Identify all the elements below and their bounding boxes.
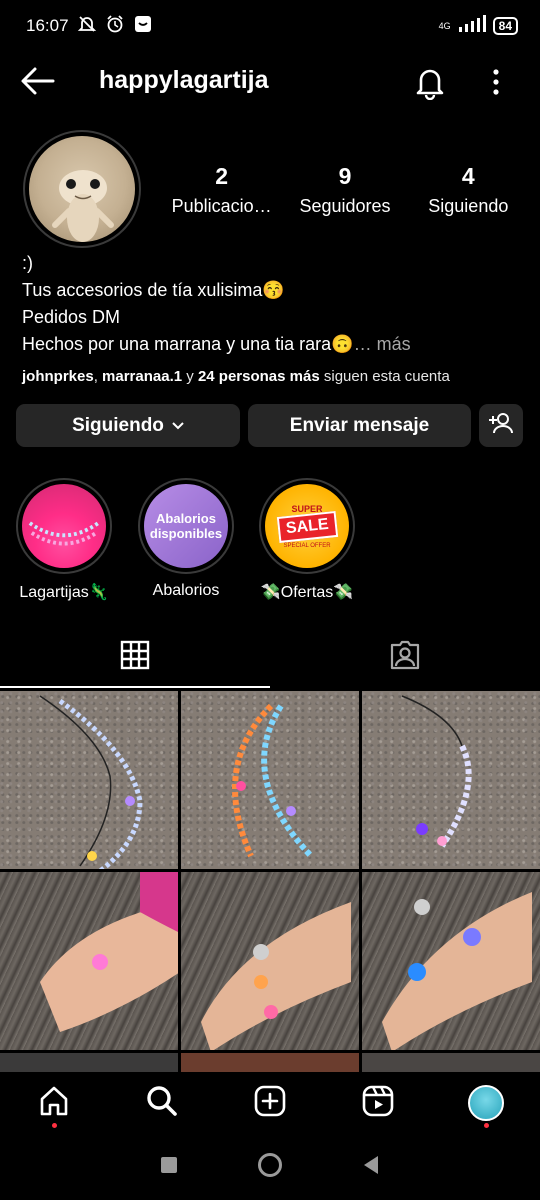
posts-grid [0, 691, 540, 1050]
post-thumbnail[interactable] [362, 872, 540, 1050]
following-button-label: Siguiendo [72, 414, 164, 436]
profile-username: happylagartija [99, 66, 269, 94]
post-thumbnail[interactable] [0, 872, 178, 1050]
add-person-icon [488, 411, 514, 441]
bio-line-text: Hechos por una marrana y una tia rara🙃 [22, 334, 354, 354]
stat-posts[interactable]: 2 Publicacio… [160, 163, 283, 217]
bio-line: Hechos por una marrana y una tia rara🙃… … [22, 331, 522, 358]
mute-notifications-icon [77, 14, 97, 39]
bio-more-link[interactable]: … más [354, 334, 411, 354]
nav-profile[interactable] [432, 1072, 540, 1134]
nav-reels[interactable] [324, 1072, 432, 1134]
profile-stats: 2 Publicacio… 9 Seguidores 4 Siguiendo [160, 163, 530, 217]
stat-following[interactable]: 4 Siguiendo [407, 163, 530, 217]
back-arrow-icon[interactable] [20, 66, 56, 96]
mutual-follower-others: 24 personas más [197, 368, 320, 385]
posts-label: Publicacio… [171, 196, 272, 216]
profile-bio: :) Tus accesorios de tía xulisima😚 Pedid… [22, 250, 522, 358]
recents-square-icon[interactable] [160, 1156, 178, 1179]
post-thumbnail[interactable] [181, 1053, 359, 1073]
following-label: Siguiendo [428, 196, 509, 216]
search-icon [146, 1085, 178, 1122]
signal-icon [457, 14, 487, 38]
bio-line: Tus accesorios de tía xulisima😚 [22, 280, 285, 300]
back-triangle-icon[interactable] [362, 1155, 380, 1180]
highlight-lagartijas[interactable]: Lagartijas🦎 [16, 478, 112, 602]
tagged-icon [389, 640, 421, 675]
followers-suffix: siguen esta cuenta [319, 368, 450, 385]
highlight-label: Abalorios [152, 582, 220, 599]
highlight-cover-text: Abalorios disponibles [144, 484, 228, 568]
create-icon [254, 1085, 286, 1122]
chevron-down-icon [172, 415, 184, 437]
mutual-follower: johnprkes [22, 368, 94, 385]
bio-line: :) [22, 253, 33, 273]
profile-avatar[interactable] [23, 130, 141, 248]
status-time: 16:07 [26, 16, 69, 35]
tab-posts-grid[interactable] [0, 628, 270, 686]
posts-grid-partial-row [0, 1053, 540, 1073]
battery-level: 84 [492, 17, 518, 35]
bio-line: Pedidos DM [22, 307, 121, 327]
highlight-label: Lagartijas🦎 [19, 584, 109, 601]
status-bar: 16:07 4G 84 [0, 0, 540, 52]
notification-dot [52, 1123, 57, 1128]
notification-dot [484, 1123, 489, 1128]
nav-home[interactable] [0, 1072, 108, 1134]
highlight-abalorios[interactable]: Abalorios disponibles Abalorios [138, 478, 234, 600]
followers-count: 9 [338, 163, 352, 189]
post-thumbnail[interactable] [181, 872, 359, 1050]
mutual-follower: marranaa.1 [102, 368, 183, 385]
active-tab-indicator [0, 686, 270, 688]
post-thumbnail[interactable] [362, 691, 540, 869]
conjunction: y [182, 368, 198, 385]
nav-create[interactable] [216, 1072, 324, 1134]
home-circle-icon[interactable] [257, 1152, 283, 1183]
send-message-label: Enviar mensaje [289, 414, 430, 436]
bell-icon[interactable] [412, 64, 448, 101]
system-navigation-bar [0, 1134, 540, 1200]
profile-tabs [0, 628, 540, 686]
post-thumbnail[interactable] [181, 691, 359, 869]
nav-search[interactable] [108, 1072, 216, 1134]
post-thumbnail[interactable] [0, 1053, 178, 1073]
sale-main-text: SALE [276, 510, 338, 543]
following-button[interactable]: Siguiendo [16, 404, 240, 447]
reels-icon [362, 1085, 394, 1122]
send-message-button[interactable]: Enviar mensaje [248, 404, 471, 447]
separator: , [93, 368, 103, 385]
followers-label: Seguidores [299, 196, 391, 216]
post-thumbnail[interactable] [362, 1053, 540, 1073]
stat-followers[interactable]: 9 Seguidores [283, 163, 406, 217]
highlight-ofertas[interactable]: SUPER SALE SPECIAL OFFER 💸Ofertas💸 [259, 478, 355, 602]
more-vertical-icon[interactable] [484, 66, 508, 98]
profile-header: happylagartija [0, 52, 540, 110]
profile-avatar-icon [468, 1085, 504, 1121]
mutual-followers[interactable]: johnprkes, marranaa.1 y 24 personas más … [22, 368, 450, 385]
add-person-button[interactable] [479, 404, 523, 447]
posts-count: 2 [215, 163, 229, 189]
network-type: 4G [438, 20, 451, 31]
avatar-image [29, 136, 135, 242]
post-thumbnail[interactable] [0, 691, 178, 869]
bottom-navigation [0, 1072, 540, 1134]
tab-tagged[interactable] [270, 628, 540, 686]
highlight-cover-image [22, 484, 106, 568]
alarm-icon [105, 14, 125, 39]
app-notification-icon [133, 14, 153, 39]
grid-icon [120, 640, 150, 675]
highlight-label: 💸Ofertas💸 [260, 584, 354, 601]
home-icon [38, 1085, 70, 1122]
highlight-cover-sale: SUPER SALE SPECIAL OFFER [265, 484, 349, 568]
following-count: 4 [461, 163, 475, 189]
sale-bottom-text: SPECIAL OFFER [283, 542, 331, 549]
